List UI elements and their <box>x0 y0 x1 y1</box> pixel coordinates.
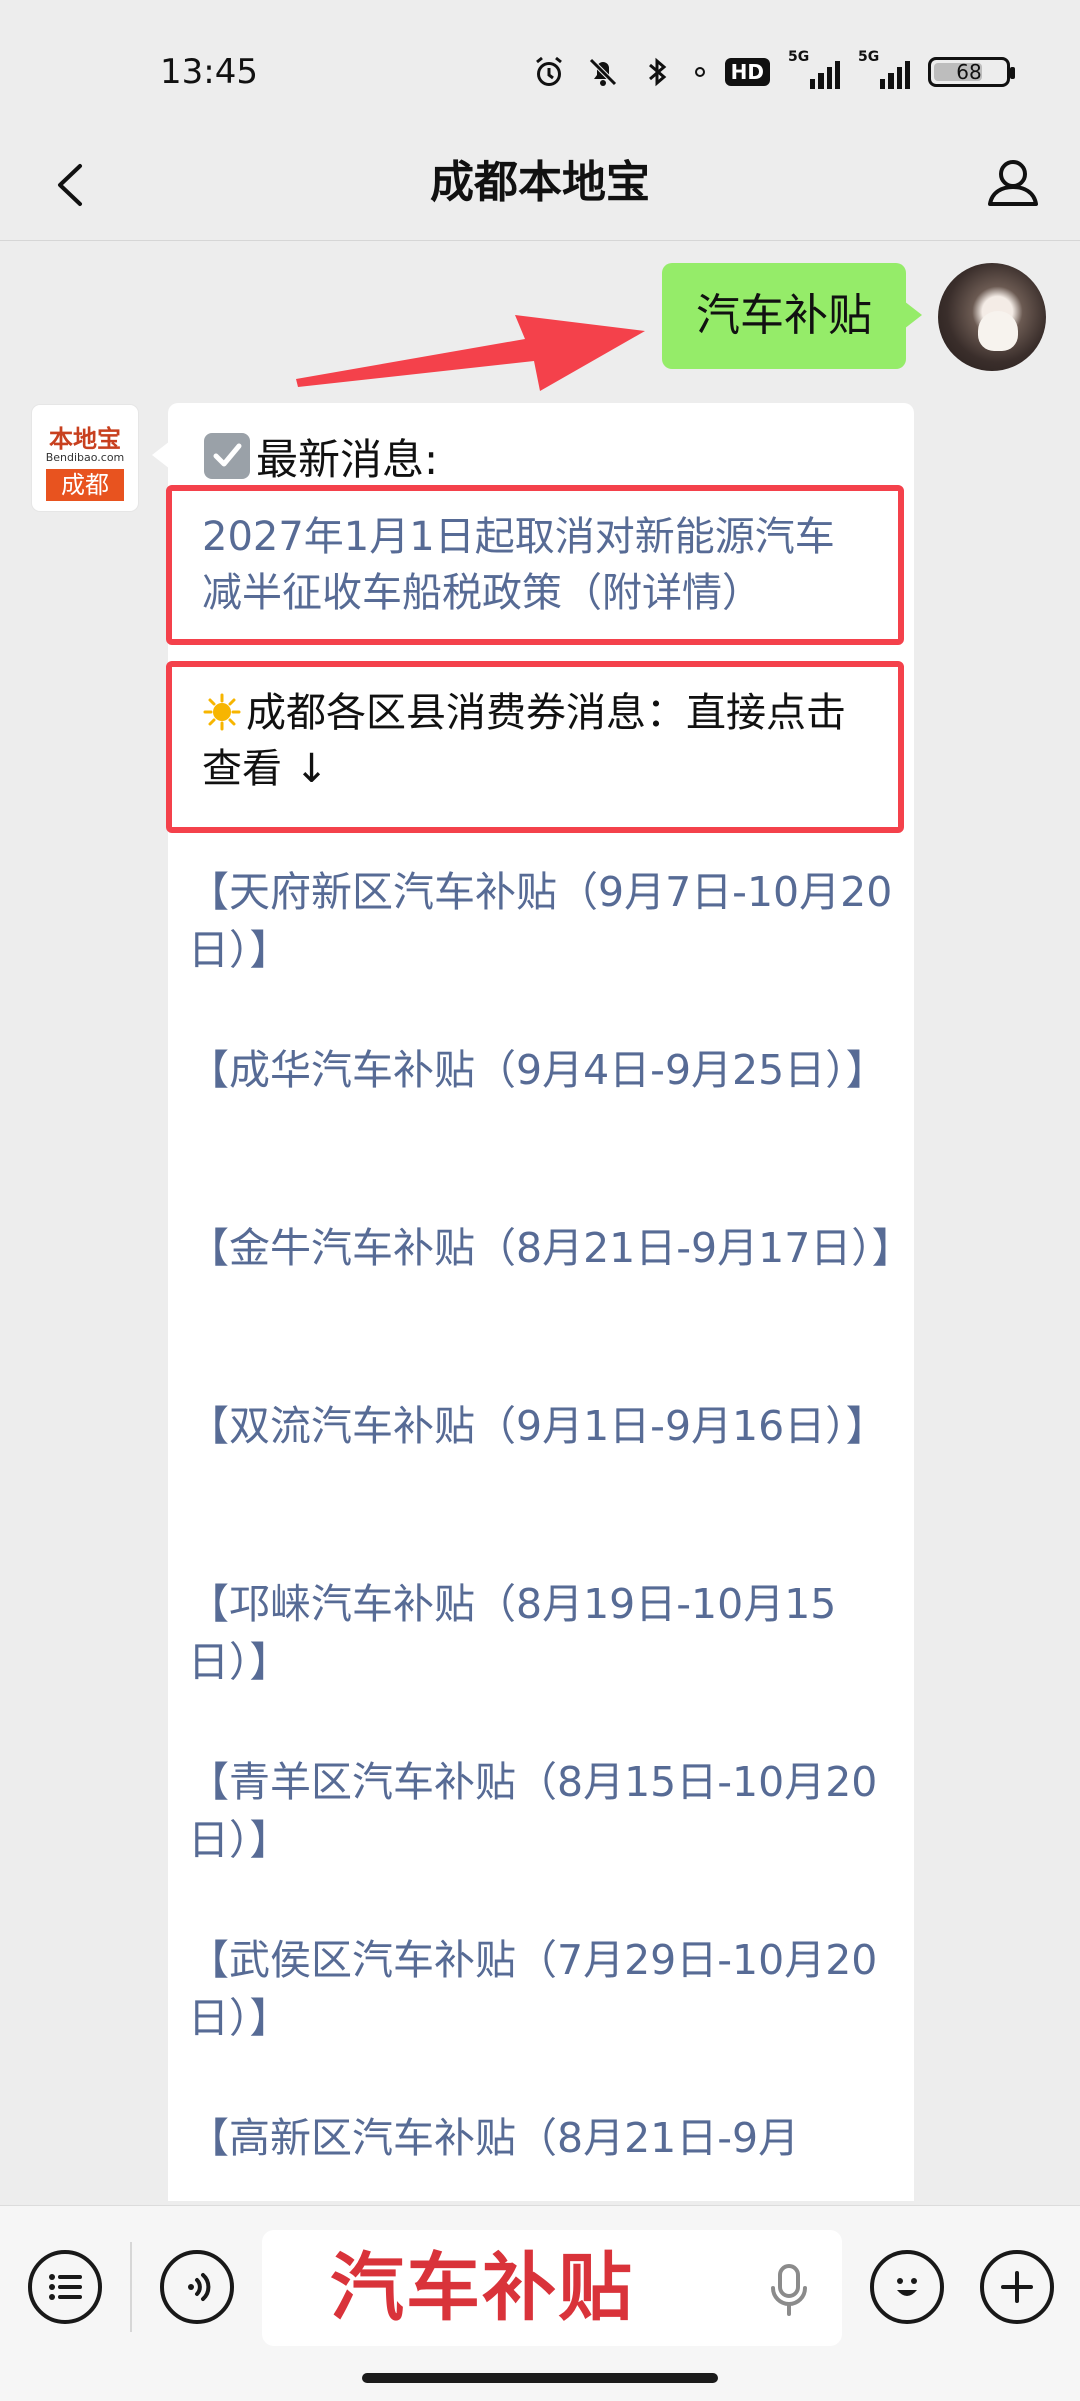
microphone-icon[interactable] <box>762 2260 816 2320</box>
voice-button[interactable] <box>160 2250 234 2324</box>
subsidy-link[interactable]: 【青羊区汽车补贴（8月15日-10月20日）】 <box>188 1753 898 1931</box>
home-indicator[interactable] <box>362 2373 718 2383</box>
silent-bell-icon <box>585 54 621 90</box>
subsidy-link-list: 【天府新区汽车补贴（9月7日-10月20日）】 【成华汽车补贴（9月4日-9月2… <box>188 863 913 2201</box>
my-avatar[interactable] <box>938 263 1046 371</box>
input-bar: 汽车补贴 <box>0 2205 1080 2401</box>
divider <box>130 2242 132 2332</box>
my-message-bubble[interactable]: 汽车补贴 <box>662 263 922 369</box>
subsidy-link[interactable]: 【天府新区汽车补贴（9月7日-10月20日）】 <box>188 863 898 1041</box>
subsidy-link[interactable]: 【武侯区汽车补贴（7月29日-10月20日）】 <box>188 1931 898 2109</box>
subsidy-link[interactable]: 【高新区汽车补贴（8月21日-9月 <box>188 2109 898 2201</box>
emoji-button[interactable] <box>870 2250 944 2324</box>
list-menu-icon <box>49 2274 82 2300</box>
alarm-icon <box>531 54 567 90</box>
latest-news-label: 最新消息: <box>256 434 439 484</box>
menu-button[interactable] <box>28 2250 102 2324</box>
chat-header: 成都本地宝 <box>0 130 1080 241</box>
latest-news-header: 最新消息: <box>204 421 438 491</box>
location-dot-icon <box>693 54 707 90</box>
avatar-dog-shape <box>978 311 1018 351</box>
logo-city: 成都 <box>46 469 124 501</box>
emoji-icon <box>897 2278 917 2296</box>
sun-icon <box>203 693 241 731</box>
signal-5g-icon-2: 5G <box>858 49 910 89</box>
status-time: 13:45 <box>160 52 258 92</box>
chat-area[interactable]: 汽车补贴 本地宝 Bendibao.com 成都 最新消息: 2027年1月1日… <box>0 241 1080 2201</box>
message-input-value: 汽车补贴 <box>330 2245 634 2331</box>
subsidy-link[interactable]: 【邛崃汽车补贴（8月19日-10月15日）】 <box>188 1575 898 1753</box>
battery-icon: 68 <box>928 57 1015 87</box>
coupon-notice-text: 成都各区县消费券消息：直接点击查看 ↓ <box>202 690 846 792</box>
person-icon <box>988 160 1038 206</box>
bluetooth-icon <box>639 54 675 90</box>
bot-avatar[interactable]: 本地宝 Bendibao.com 成都 <box>32 405 138 511</box>
highlight-box-coupons[interactable]: 成都各区县消费券消息：直接点击查看 ↓ <box>166 661 904 833</box>
plus-button[interactable] <box>980 2250 1054 2324</box>
bot-reply-bubble: 最新消息: 2027年1月1日起取消对新能源汽车减半征收车船税政策（附详情） 成… <box>152 403 914 2201</box>
subsidy-link[interactable]: 【双流汽车补贴（9月1日-9月16日）】 <box>188 1397 898 1575</box>
red-arrow-annotation <box>296 315 645 391</box>
subsidy-link[interactable]: 【金牛汽车补贴（8月21日-9月17日）】 <box>188 1219 913 1397</box>
checkbox-icon <box>204 433 250 479</box>
voice-icon <box>188 2273 211 2301</box>
plus-icon <box>1001 2271 1033 2303</box>
subsidy-link[interactable]: 【成华汽车补贴（9月4日-9月25日）】 <box>188 1041 898 1219</box>
highlight-box-tax-policy[interactable]: 2027年1月1日起取消对新能源汽车减半征收车船税政策（附详情） <box>166 485 904 645</box>
coupon-notice[interactable]: 成都各区县消费券消息：直接点击查看 ↓ <box>202 685 874 797</box>
tax-policy-link[interactable]: 2027年1月1日起取消对新能源汽车减半征收车船税政策（附详情） <box>202 509 874 621</box>
battery-level: 68 <box>956 60 982 84</box>
status-icons: HD 5G 5G 68 <box>531 49 1015 94</box>
message-input[interactable]: 汽车补贴 <box>262 2230 842 2346</box>
hd-badge: HD <box>724 58 770 86</box>
signal-5g-icon: 5G <box>788 49 840 89</box>
chat-title: 成都本地宝 <box>430 157 650 208</box>
profile-button[interactable] <box>978 148 1048 218</box>
logo-text: 本地宝 <box>49 425 121 453</box>
logo-url: Bendibao.com <box>45 451 125 464</box>
status-bar: 13:45 HD 5G 5G 68 <box>0 0 1080 130</box>
